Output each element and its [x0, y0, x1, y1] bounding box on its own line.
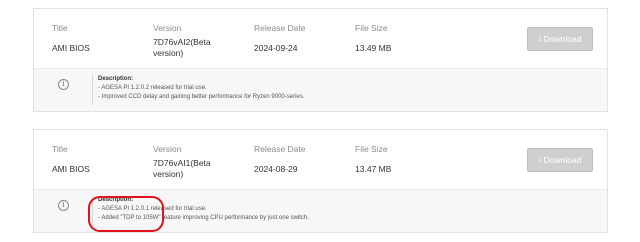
bios-info-row: Title Version Release Date File Size AMI… [34, 130, 607, 189]
description-divider [92, 196, 93, 226]
version-header: Version [153, 23, 182, 33]
info-icon: i [58, 200, 69, 211]
download-button-label: Download [543, 34, 582, 44]
file-size-header: File Size [355, 23, 388, 33]
description-line: - AGESA PI 1.2.0.1 released for trial us… [98, 206, 207, 212]
bios-title: AMI BIOS [52, 164, 90, 174]
title-header: Title [52, 144, 68, 154]
bios-download-card: Title Version Release Date File Size AMI… [33, 8, 608, 112]
download-button[interactable]: ⤓ Download [527, 148, 593, 172]
bios-info-row: Title Version Release Date File Size AMI… [34, 9, 607, 68]
info-icon: i [58, 79, 69, 90]
description-text: Description: - AGESA PI 1.2.0.1 released… [98, 196, 309, 223]
bios-release-date: 2024-09-24 [254, 43, 298, 53]
bios-title: AMI BIOS [52, 43, 90, 53]
description-panel: i Description: - AGESA PI 1.2.0.1 releas… [34, 189, 607, 232]
description-line: - AGESA PI 1.2.0.2 released for trial us… [98, 85, 207, 91]
download-icon: ⤓ [538, 156, 542, 163]
description-title: Description: [98, 197, 134, 203]
release-date-header: Release Date [254, 23, 306, 33]
bios-file-size: 13.49 MB [355, 43, 392, 53]
file-size-header: File Size [355, 144, 388, 154]
title-header: Title [52, 23, 68, 33]
bios-version: 7D76vAI2(Beta version) [153, 37, 211, 58]
description-line: - Added "TDP to 105W" feature improving … [98, 215, 309, 221]
description-title: Description: [98, 76, 134, 82]
bios-version: 7D76vAI1(Beta version) [153, 158, 211, 179]
description-divider [92, 75, 93, 105]
bios-download-card: Title Version Release Date File Size AMI… [33, 129, 608, 233]
bios-release-date: 2024-08-29 [254, 164, 298, 174]
description-line: - Improved CCD delay and gaining better … [98, 94, 305, 100]
download-button[interactable]: ⤓ Download [527, 27, 593, 51]
description-panel: i Description: - AGESA PI 1.2.0.2 releas… [34, 68, 607, 111]
release-date-header: Release Date [254, 144, 306, 154]
download-button-label: Download [543, 155, 582, 165]
download-icon: ⤓ [538, 35, 542, 42]
bios-file-size: 13.47 MB [355, 164, 392, 174]
version-header: Version [153, 144, 182, 154]
description-text: Description: - AGESA PI 1.2.0.2 released… [98, 75, 304, 102]
